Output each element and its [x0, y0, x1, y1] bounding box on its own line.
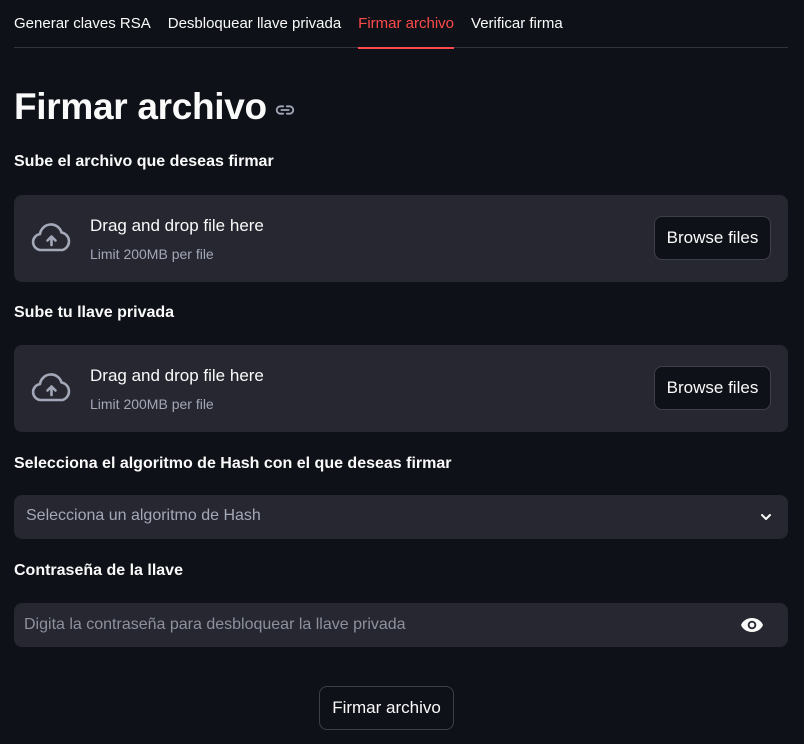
tab-bar: Generar claves RSA Desbloquear llave pri…: [14, 0, 788, 49]
cloud-upload-icon: [31, 373, 72, 403]
tab-desbloquear-llave-privada[interactable]: Desbloquear llave privada: [168, 0, 341, 48]
dropzone-limit: Limit 200MB per file: [90, 246, 214, 262]
file-upload-label: Sube el archivo que deseas firmar: [14, 153, 274, 170]
browse-files-button[interactable]: Browse files: [654, 216, 771, 260]
link-icon[interactable]: [274, 99, 296, 121]
eye-icon[interactable]: [740, 615, 764, 635]
title-row: Firmar archivo: [14, 86, 296, 128]
select-placeholder: Selecciona un algoritmo de Hash: [26, 507, 261, 524]
hash-select-label: Selecciona el algoritmo de Hash con el q…: [14, 455, 452, 472]
dropzone-instructions: Drag and drop file here: [90, 216, 264, 235]
key-dropzone[interactable]: Drag and drop file here Limit 200MB per …: [14, 345, 788, 432]
dropzone-instructions: Drag and drop file here: [90, 366, 264, 385]
chevron-down-icon[interactable]: [758, 509, 774, 525]
hash-algorithm-select[interactable]: Selecciona un algoritmo de Hash: [14, 495, 788, 539]
tab-verificar-firma[interactable]: Verificar firma: [471, 0, 563, 48]
file-dropzone[interactable]: Drag and drop file here Limit 200MB per …: [14, 195, 788, 282]
sign-file-button[interactable]: Firmar archivo: [319, 686, 454, 730]
password-label: Contraseña de la llave: [14, 562, 183, 579]
key-upload-label: Sube tu llave privada: [14, 304, 175, 321]
password-field: [14, 603, 788, 647]
page-title: Firmar archivo: [14, 86, 267, 127]
cloud-upload-icon: [31, 223, 72, 253]
dropzone-limit: Limit 200MB per file: [90, 396, 214, 412]
tab-generar-claves-rsa[interactable]: Generar claves RSA: [14, 0, 151, 48]
password-input[interactable]: [14, 603, 724, 647]
app-page: Generar claves RSA Desbloquear llave pri…: [0, 0, 804, 744]
browse-files-button[interactable]: Browse files: [654, 366, 771, 410]
tab-firmar-archivo[interactable]: Firmar archivo: [358, 0, 454, 49]
